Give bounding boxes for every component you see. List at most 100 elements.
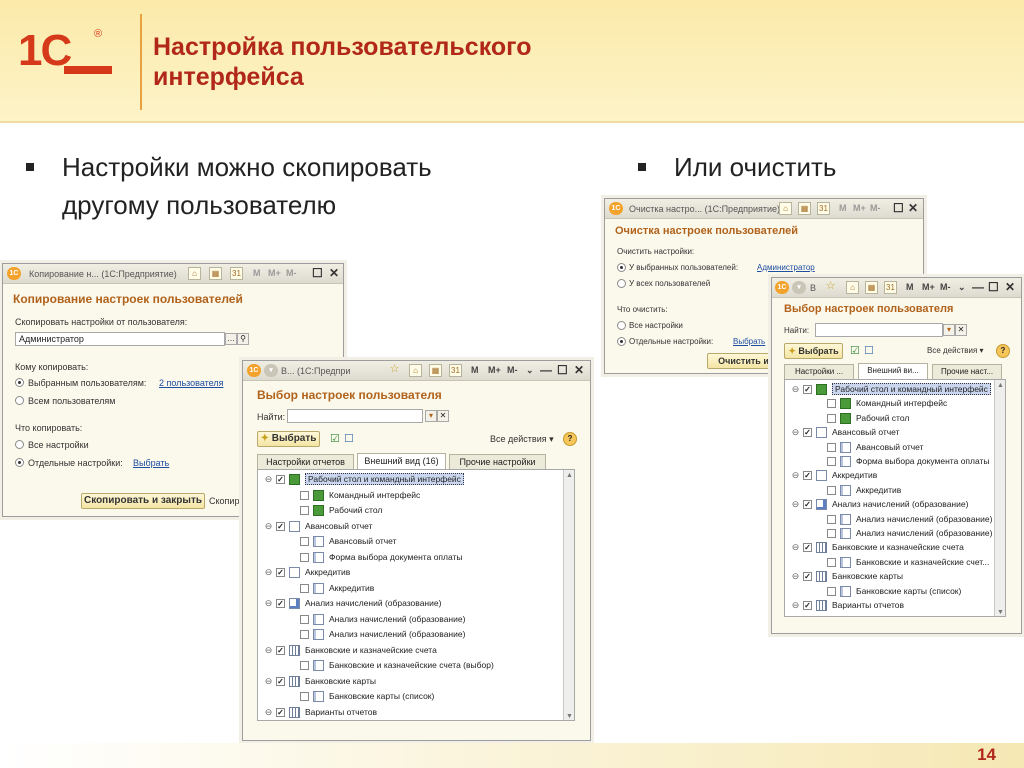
find-clear-icon[interactable]: ✕ [955, 324, 967, 336]
memory-minus-button[interactable]: M- [286, 268, 297, 278]
tree-checkbox[interactable]: ✓ [276, 645, 285, 655]
tree-checkbox[interactable]: ✓ [276, 707, 285, 717]
expand-toggle-icon[interactable]: ⊖ [791, 543, 800, 552]
memory-minus-button[interactable]: M- [507, 365, 518, 375]
calendar-icon[interactable]: 31 [230, 267, 243, 280]
memory-minus-button[interactable]: M- [940, 282, 951, 292]
star-icon[interactable]: ☆ [388, 364, 401, 377]
expand-toggle-icon[interactable]: ⊖ [791, 601, 800, 610]
tree-checkbox[interactable] [827, 557, 836, 567]
memory-plus-button[interactable]: M+ [922, 282, 935, 292]
tree-checkbox[interactable] [300, 630, 309, 639]
select-button[interactable]: ✦ Выбрать [784, 343, 843, 359]
tree-checkbox[interactable]: ✓ [803, 428, 812, 438]
help-icon[interactable]: ? [996, 344, 1010, 358]
expand-toggle-icon[interactable]: ⊖ [264, 707, 273, 717]
expand-toggle-icon[interactable]: ⊖ [264, 568, 273, 577]
tab-report-settings[interactable]: Настройки ... [784, 364, 854, 379]
home-icon[interactable]: ⌂ [779, 202, 792, 215]
expand-toggle-icon[interactable]: ⊖ [791, 572, 800, 581]
calculator-icon[interactable]: ▦ [865, 281, 878, 294]
tree-checkbox[interactable] [300, 552, 309, 562]
find-clear-icon[interactable]: ✕ [437, 410, 449, 422]
find-input[interactable] [815, 323, 943, 337]
close-icon[interactable]: ✕ [908, 201, 918, 215]
home-icon[interactable]: ⌂ [409, 364, 422, 377]
radio-all-settings[interactable] [15, 440, 24, 449]
expand-toggle-icon[interactable]: ⊖ [264, 521, 273, 531]
maximize-icon[interactable]: ☐ [988, 280, 999, 294]
radio-some-settings[interactable] [15, 458, 24, 467]
copy-button[interactable]: Скопиро [209, 496, 244, 506]
tree-checkbox[interactable]: ✓ [803, 543, 812, 553]
minimize-icon[interactable]: — [972, 280, 984, 294]
tree-checkbox[interactable] [300, 506, 309, 515]
uncheck-all-icon[interactable]: ☐ [864, 344, 874, 357]
home-icon[interactable]: ⌂ [846, 281, 859, 294]
tree-checkbox[interactable] [827, 399, 836, 409]
memory-m-button[interactable]: M [906, 282, 914, 292]
tab-other-settings[interactable]: Прочие настройки [449, 454, 546, 469]
memory-plus-button[interactable]: M+ [488, 365, 501, 375]
tree-scrollbar[interactable]: ▲ ▼ [994, 380, 1005, 616]
tree-checkbox[interactable]: ✓ [803, 385, 812, 394]
tree-checkbox[interactable] [300, 583, 309, 593]
memory-m-button[interactable]: M [253, 268, 261, 278]
tree-checkbox[interactable] [827, 485, 836, 495]
tree-checkbox[interactable] [827, 442, 836, 452]
tab-appearance[interactable]: Внешний ви... [858, 363, 928, 379]
memory-plus-button[interactable]: M+ [853, 203, 866, 213]
tree-checkbox[interactable] [827, 457, 836, 466]
radio-selected-users[interactable] [15, 378, 24, 387]
tree-checkbox[interactable]: ✓ [276, 568, 285, 577]
tree-checkbox[interactable] [300, 490, 309, 500]
minimize-icon[interactable]: — [540, 363, 552, 377]
radio-all-users[interactable] [617, 279, 626, 288]
expand-toggle-icon[interactable]: ⊖ [264, 599, 273, 608]
search-icon[interactable]: ⚲ [237, 333, 249, 345]
all-actions-menu[interactable]: Все действия ▾ [490, 434, 554, 445]
settings-tree[interactable]: ▲ ▼ ⊖ ✓ Рабочий стол и командный интерфейс К… [257, 469, 575, 721]
tree-checkbox[interactable]: ✓ [803, 601, 812, 610]
memory-m-button[interactable]: M [471, 365, 479, 375]
radio-selected-users[interactable] [617, 263, 626, 272]
more-icon[interactable]: ⌄ [526, 365, 534, 376]
tree-checkbox[interactable] [827, 529, 836, 538]
close-icon[interactable]: ✕ [329, 266, 339, 280]
expand-toggle-icon[interactable]: ⊖ [791, 471, 800, 480]
menu-dropdown-icon[interactable]: ▾ [792, 281, 806, 294]
tab-appearance[interactable]: Внешний вид (16) [357, 453, 446, 469]
select-button[interactable]: ✦ Выбрать [257, 431, 320, 447]
more-icon[interactable]: ⌄ [958, 282, 966, 293]
help-icon[interactable]: ? [563, 432, 577, 446]
tree-checkbox[interactable]: ✓ [276, 676, 285, 686]
uncheck-all-icon[interactable]: ☐ [344, 432, 354, 445]
menu-dropdown-icon[interactable]: ▾ [264, 364, 278, 377]
home-icon[interactable]: ⌂ [188, 267, 201, 280]
tree-checkbox[interactable]: ✓ [276, 475, 285, 484]
tab-report-settings[interactable]: Настройки отчетов [257, 454, 354, 469]
tree-checkbox[interactable] [827, 586, 836, 596]
tree-checkbox[interactable] [827, 413, 836, 423]
memory-m-button[interactable]: M [839, 203, 847, 213]
expand-toggle-icon[interactable]: ⊖ [264, 475, 273, 484]
maximize-icon[interactable]: ☐ [893, 201, 904, 215]
from-user-field[interactable]: Администратор [15, 332, 225, 346]
tree-checkbox[interactable] [300, 614, 309, 624]
star-icon[interactable]: ☆ [824, 281, 837, 294]
settings-tree[interactable]: ▲ ▼ ⊖ ✓ Рабочий стол и командный интерфейс К… [784, 379, 1006, 617]
tree-checkbox[interactable] [300, 692, 309, 701]
select-dots-button[interactable]: … [225, 333, 237, 345]
close-icon[interactable]: ✕ [574, 363, 584, 377]
maximize-icon[interactable]: ☐ [557, 363, 568, 377]
close-icon[interactable]: ✕ [1005, 280, 1015, 294]
calculator-icon[interactable]: ▦ [209, 267, 222, 280]
tree-checkbox[interactable]: ✓ [803, 572, 812, 582]
selected-users-link[interactable]: 2 пользователя [159, 378, 224, 388]
expand-toggle-icon[interactable]: ⊖ [791, 385, 800, 394]
all-actions-menu[interactable]: Все действия ▾ [927, 346, 984, 355]
calculator-icon[interactable]: ▦ [798, 202, 811, 215]
find-dropdown-icon[interactable]: ▾ [943, 324, 955, 336]
expand-toggle-icon[interactable]: ⊖ [791, 428, 800, 437]
calendar-icon[interactable]: 31 [817, 202, 830, 215]
